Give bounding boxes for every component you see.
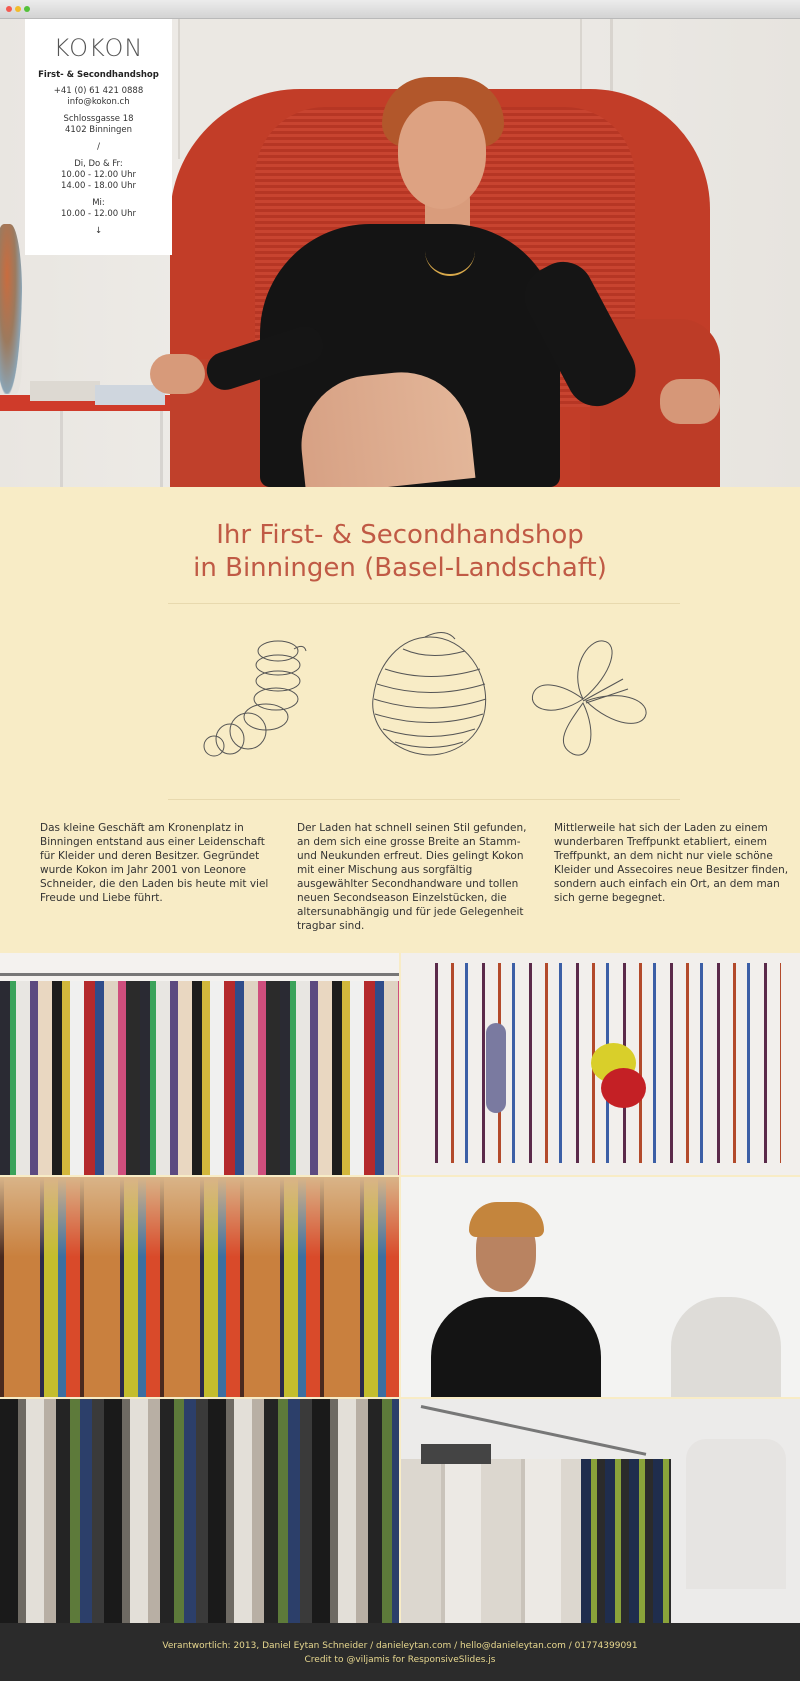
cocoon-icon xyxy=(372,632,487,756)
logo[interactable]: KOKON xyxy=(25,34,172,62)
headline-line-2: in Binningen (Basel-Landschaft) xyxy=(193,553,607,583)
hanging-clothes xyxy=(0,981,399,1175)
close-window-icon[interactable] xyxy=(6,6,12,12)
shop-tagline: First- & Secondhandshop xyxy=(38,70,159,80)
table-leg xyxy=(60,411,63,487)
headline: Ihr First- & Secondhandshop in Binningen… xyxy=(0,519,800,585)
photo-clothes-rack[interactable] xyxy=(0,953,399,1175)
photo-owner-portrait[interactable] xyxy=(401,1177,800,1397)
divider-top xyxy=(168,603,680,604)
photo-trousers-rack[interactable] xyxy=(0,1399,399,1623)
hand-right xyxy=(660,379,720,424)
magazine xyxy=(95,385,165,405)
coloured-trousers xyxy=(581,1459,671,1623)
red-bead xyxy=(601,1068,646,1108)
scroll-down-arrow-icon[interactable]: ↓ xyxy=(25,226,172,237)
footer-responsiveslides-credit[interactable]: Credit to @viljamis for ResponsiveSlides… xyxy=(0,1653,800,1667)
opening-hours-1a: 10.00 - 12.00 Uhr xyxy=(61,170,136,180)
separator: / xyxy=(97,142,100,152)
photo-jewelry[interactable] xyxy=(401,953,800,1175)
intro-section: Ihr First- & Secondhandshop in Binningen… xyxy=(0,489,800,951)
opening-days-2: Mi: xyxy=(92,198,105,208)
address-street: Schlossgasse 18 xyxy=(63,114,134,124)
phone-number[interactable]: +41 (0) 61 421 0888 xyxy=(25,86,172,97)
purple-beads xyxy=(486,1023,506,1113)
footer-credits[interactable]: Verantwortlich: 2013, Daniel Eytan Schne… xyxy=(0,1639,800,1653)
opening-hours-1b: 14.00 - 18.00 Uhr xyxy=(61,181,136,191)
statue xyxy=(0,224,22,394)
opening-hours-2: 10.00 - 12.00 Uhr xyxy=(61,209,136,219)
mannequin xyxy=(671,1297,781,1397)
minimize-window-icon[interactable] xyxy=(15,6,21,12)
magazine xyxy=(30,381,100,401)
table-leg xyxy=(160,411,163,487)
photo-kilim-shoes[interactable] xyxy=(0,1177,399,1397)
white-jacket xyxy=(686,1439,786,1589)
intro-column-2: Der Laden hat schnell seinen Stil gefund… xyxy=(297,822,527,932)
hanger-tag xyxy=(421,1444,491,1464)
opening-days-1: Di, Do & Fr: xyxy=(74,159,123,169)
footer: Verantwortlich: 2013, Daniel Eytan Schne… xyxy=(0,1623,800,1681)
hand-left xyxy=(150,354,205,394)
caterpillar-icon xyxy=(203,640,307,757)
hair xyxy=(469,1202,544,1237)
email-link[interactable]: info@kokon.ch xyxy=(25,97,172,108)
trousers xyxy=(0,1399,399,1623)
shop-info-box: KOKON First- & Secondhandshop +41 (0) 61… xyxy=(25,19,172,255)
photo-jeans-rack[interactable] xyxy=(401,1399,800,1623)
headline-line-1: Ihr First- & Secondhandshop xyxy=(216,520,584,550)
address-city: 4102 Binningen xyxy=(64,125,133,135)
rail xyxy=(0,973,399,976)
black-top xyxy=(431,1297,601,1397)
intro-column-3: Mittlerweile hat sich der Laden zu einem… xyxy=(554,822,789,904)
maximize-window-icon[interactable] xyxy=(24,6,30,12)
face xyxy=(398,101,486,209)
intro-column-1: Das kleine Geschäft am Kronenplatz in Bi… xyxy=(40,822,269,904)
butterfly-icon xyxy=(531,640,647,756)
photo-gallery xyxy=(0,953,800,1623)
divider-bottom xyxy=(168,799,680,800)
shoe-insoles xyxy=(0,1177,399,1257)
browser-chrome xyxy=(0,0,800,19)
